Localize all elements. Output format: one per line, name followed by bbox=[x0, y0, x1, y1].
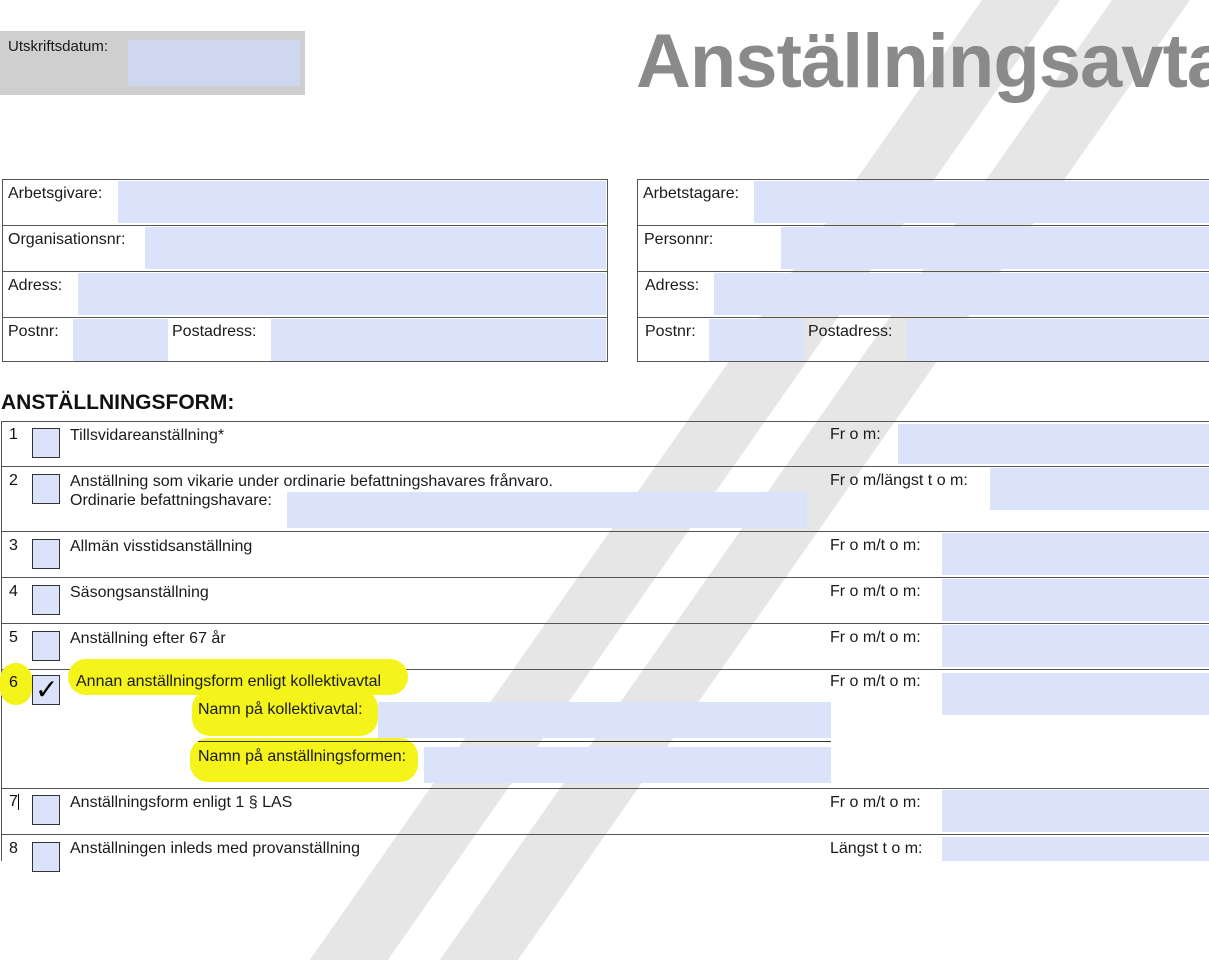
print-date-field[interactable] bbox=[128, 40, 300, 86]
row-date-field[interactable] bbox=[942, 579, 1209, 621]
text-cursor bbox=[18, 794, 19, 810]
employee-label: Arbetstagare: bbox=[643, 185, 740, 202]
row-date-label: Längst t o m: bbox=[830, 840, 923, 857]
row-number: 4 bbox=[9, 583, 18, 600]
substitute-field[interactable] bbox=[287, 492, 807, 528]
agreement-name-field[interactable] bbox=[378, 702, 831, 738]
employment-form-heading: ANSTÄLLNINGSFORM: bbox=[1, 391, 235, 414]
employer-label: Arbetsgivare: bbox=[8, 185, 103, 202]
row-number: 7 bbox=[9, 793, 18, 810]
employer-postal-address-field[interactable] bbox=[271, 319, 606, 361]
org-number-label: Organisationsnr: bbox=[8, 231, 126, 248]
row-date-label: Fr o m/t o m: bbox=[830, 794, 921, 811]
row-date-field[interactable] bbox=[990, 468, 1209, 510]
personal-id-label: Personnr: bbox=[644, 231, 714, 248]
employee-postal-code-label: Postnr: bbox=[645, 323, 696, 340]
employer-postal-address-label: Postadress: bbox=[172, 323, 257, 340]
row-number: 5 bbox=[9, 629, 18, 646]
employee-postal-address-field[interactable] bbox=[907, 319, 1209, 361]
row-checkbox[interactable] bbox=[32, 585, 60, 615]
row-checkbox[interactable] bbox=[32, 539, 60, 569]
row-number: 6 bbox=[9, 674, 18, 691]
row-number: 3 bbox=[9, 537, 18, 554]
checkmark-icon: ✓ bbox=[35, 673, 59, 706]
row-date-field[interactable] bbox=[942, 837, 1209, 861]
row-number: 8 bbox=[9, 840, 18, 857]
row-checkbox[interactable] bbox=[32, 795, 60, 825]
employer-postal-code-label: Postnr: bbox=[8, 323, 59, 340]
employer-address-field[interactable] bbox=[78, 273, 606, 315]
employer-postal-code-field[interactable] bbox=[73, 319, 168, 361]
row-date-label: Fr o m/t o m: bbox=[830, 537, 921, 554]
employer-field[interactable] bbox=[118, 181, 606, 223]
row-label: Anställning efter 67 år bbox=[70, 630, 226, 647]
org-number-field[interactable] bbox=[145, 227, 606, 269]
row-date-label: Fr o m/t o m: bbox=[830, 673, 921, 690]
employer-address-label: Adress: bbox=[8, 277, 63, 294]
row-date-label: Fr o m/längst t o m: bbox=[830, 472, 968, 489]
employee-address-label: Adress: bbox=[645, 277, 700, 294]
row-checkbox[interactable] bbox=[32, 428, 60, 458]
row-date-field[interactable] bbox=[942, 625, 1209, 667]
row-label: Anställning som vikarie under ordinarie … bbox=[70, 473, 553, 490]
row-date-label: Fr o m/t o m: bbox=[830, 583, 921, 600]
row-checkbox[interactable] bbox=[32, 474, 60, 504]
employee-postal-code-field[interactable] bbox=[709, 319, 804, 361]
employee-address-field[interactable] bbox=[714, 273, 1209, 315]
row-number: 2 bbox=[9, 472, 18, 489]
row-number: 1 bbox=[9, 426, 18, 443]
row-date-label: Fr o m/t o m: bbox=[830, 629, 921, 646]
row-label: Allmän visstidsanställning bbox=[70, 538, 253, 555]
row-label: Säsongsanställning bbox=[70, 584, 209, 601]
employment-form-name-label: Namn på anställningsformen: bbox=[198, 748, 407, 765]
agreement-name-label: Namn på kollektivavtal: bbox=[198, 701, 363, 718]
employee-postal-address-label: Postadress: bbox=[808, 323, 893, 340]
row-label: Anställningsform enligt 1 § LAS bbox=[70, 794, 293, 811]
row-date-label: Fr o m: bbox=[830, 426, 881, 443]
personal-id-field[interactable] bbox=[781, 227, 1209, 269]
print-date-label: Utskriftsdatum: bbox=[8, 38, 109, 55]
row-label: Anställningen inleds med provanställning bbox=[70, 840, 360, 857]
row-checkbox-checked[interactable]: ✓ bbox=[32, 673, 60, 706]
substitute-label: Ordinarie befattningshavare: bbox=[70, 492, 272, 509]
row-date-field[interactable] bbox=[898, 424, 1209, 464]
employee-field[interactable] bbox=[754, 181, 1209, 223]
document-title: Anställningsavta bbox=[636, 19, 1209, 104]
row-date-field[interactable] bbox=[942, 673, 1209, 715]
employment-form-name-field[interactable] bbox=[424, 747, 831, 783]
row-date-field[interactable] bbox=[942, 533, 1209, 575]
row-label: Tillsvidareanställning* bbox=[70, 427, 225, 444]
row-label: Annan anställningsform enligt kollektiva… bbox=[76, 673, 382, 690]
row-date-field[interactable] bbox=[942, 790, 1209, 832]
row-checkbox[interactable] bbox=[32, 842, 60, 872]
row-checkbox[interactable] bbox=[32, 631, 60, 661]
